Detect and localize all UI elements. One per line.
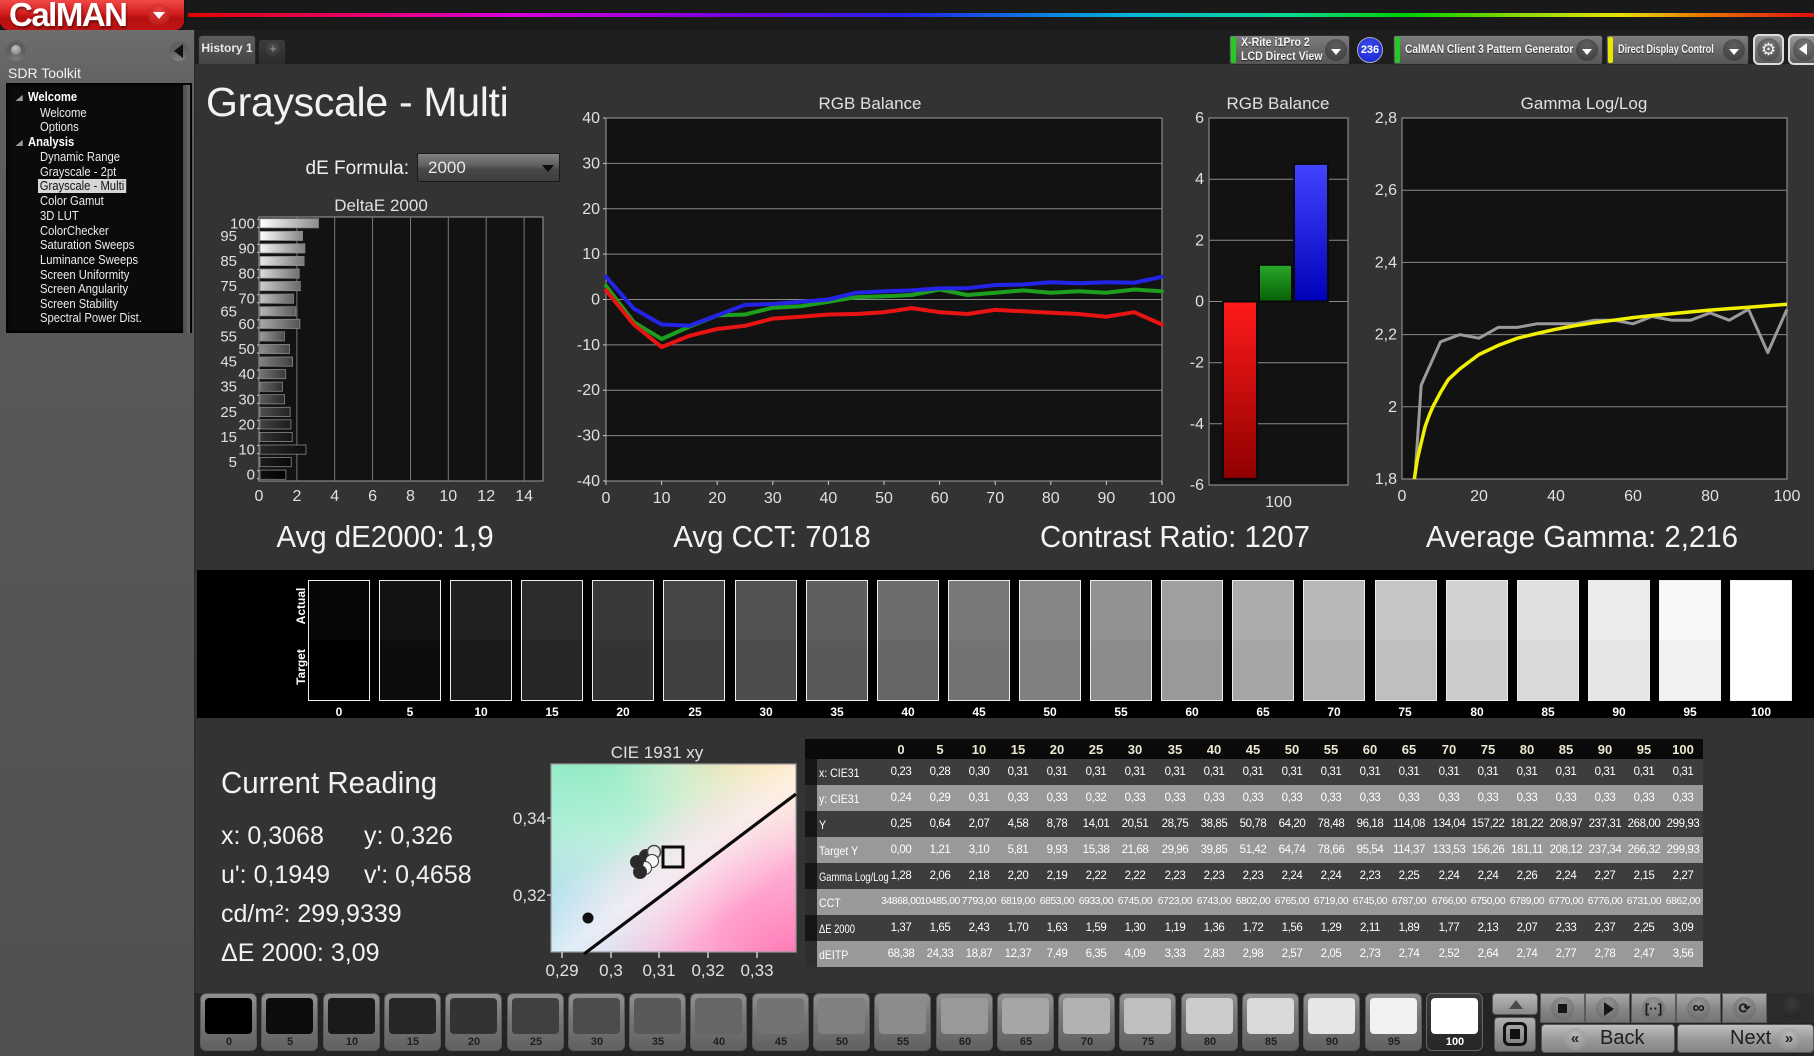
svg-text:-2: -2 <box>1190 355 1204 372</box>
svg-text:30: 30 <box>764 490 782 507</box>
svg-text:2: 2 <box>292 488 301 505</box>
svg-text:14: 14 <box>515 488 533 505</box>
svg-text:2,4: 2,4 <box>1375 254 1397 271</box>
svg-text:RGB Balance: RGB Balance <box>819 94 922 113</box>
svg-text:90: 90 <box>238 240 255 257</box>
svg-text:20: 20 <box>582 201 600 218</box>
svg-text:-40: -40 <box>577 473 600 490</box>
svg-text:60: 60 <box>931 490 949 507</box>
svg-text:4: 4 <box>1195 171 1204 188</box>
svg-text:6: 6 <box>368 488 377 505</box>
svg-text:80: 80 <box>1042 490 1060 507</box>
svg-text:10: 10 <box>582 246 600 263</box>
svg-text:55: 55 <box>220 328 237 345</box>
svg-text:40: 40 <box>582 110 600 127</box>
svg-text:10: 10 <box>238 442 255 459</box>
svg-text:70: 70 <box>238 291 255 308</box>
svg-text:RGB Balance: RGB Balance <box>1227 94 1330 113</box>
svg-text:50: 50 <box>875 490 893 507</box>
svg-text:0,32: 0,32 <box>691 961 724 980</box>
svg-text:0,33: 0,33 <box>740 961 773 980</box>
svg-text:20: 20 <box>238 416 255 433</box>
svg-text:8: 8 <box>406 488 415 505</box>
svg-text:2,6: 2,6 <box>1375 182 1397 199</box>
svg-text:Gamma Log/Log: Gamma Log/Log <box>1521 94 1648 113</box>
svg-text:40: 40 <box>820 490 838 507</box>
svg-text:2: 2 <box>1388 399 1397 416</box>
svg-text:-4: -4 <box>1190 416 1204 433</box>
svg-text:2,8: 2,8 <box>1375 110 1397 127</box>
svg-text:80: 80 <box>238 266 255 283</box>
svg-text:-10: -10 <box>577 337 600 354</box>
svg-text:12: 12 <box>477 488 495 505</box>
svg-text:5: 5 <box>229 454 237 471</box>
svg-text:35: 35 <box>220 379 237 396</box>
svg-text:100: 100 <box>1149 490 1176 507</box>
svg-text:75: 75 <box>220 278 237 295</box>
svg-text:20: 20 <box>708 490 726 507</box>
svg-text:10: 10 <box>653 490 671 507</box>
svg-text:80: 80 <box>1701 488 1719 505</box>
svg-text:100: 100 <box>1774 488 1801 505</box>
svg-text:30: 30 <box>238 391 255 408</box>
svg-text:20: 20 <box>1470 488 1488 505</box>
svg-text:100: 100 <box>1265 494 1292 511</box>
svg-text:70: 70 <box>986 490 1004 507</box>
svg-text:0: 0 <box>247 467 255 484</box>
svg-text:-6: -6 <box>1190 477 1204 494</box>
svg-text:0,34: 0,34 <box>513 809 546 828</box>
svg-text:40: 40 <box>1547 488 1565 505</box>
svg-text:0,29: 0,29 <box>545 961 578 980</box>
svg-text:2,2: 2,2 <box>1375 327 1397 344</box>
svg-text:0,32: 0,32 <box>513 886 546 905</box>
svg-text:10: 10 <box>439 488 457 505</box>
svg-text:65: 65 <box>220 303 237 320</box>
svg-text:30: 30 <box>582 155 600 172</box>
svg-text:15: 15 <box>220 429 237 446</box>
svg-text:0,3: 0,3 <box>599 961 623 980</box>
svg-text:0: 0 <box>1195 294 1204 311</box>
svg-text:DeltaE 2000: DeltaE 2000 <box>334 196 428 215</box>
svg-text:0,31: 0,31 <box>642 961 675 980</box>
svg-text:50: 50 <box>238 341 255 358</box>
svg-text:4: 4 <box>330 488 339 505</box>
svg-text:1,8: 1,8 <box>1375 471 1397 488</box>
svg-text:-20: -20 <box>577 382 600 399</box>
svg-text:6: 6 <box>1195 110 1204 127</box>
svg-text:95: 95 <box>220 228 237 245</box>
svg-text:90: 90 <box>1098 490 1116 507</box>
svg-text:0: 0 <box>602 490 611 507</box>
svg-text:2: 2 <box>1195 232 1204 249</box>
svg-text:85: 85 <box>220 253 237 270</box>
svg-text:0: 0 <box>255 488 264 505</box>
svg-text:45: 45 <box>220 354 237 371</box>
svg-text:CIE 1931 xy: CIE 1931 xy <box>611 743 704 762</box>
svg-text:60: 60 <box>1624 488 1642 505</box>
svg-text:0: 0 <box>1398 488 1407 505</box>
svg-text:0: 0 <box>591 292 600 309</box>
svg-text:60: 60 <box>238 316 255 333</box>
svg-text:40: 40 <box>238 366 255 383</box>
svg-text:25: 25 <box>220 404 237 421</box>
svg-text:-30: -30 <box>577 428 600 445</box>
